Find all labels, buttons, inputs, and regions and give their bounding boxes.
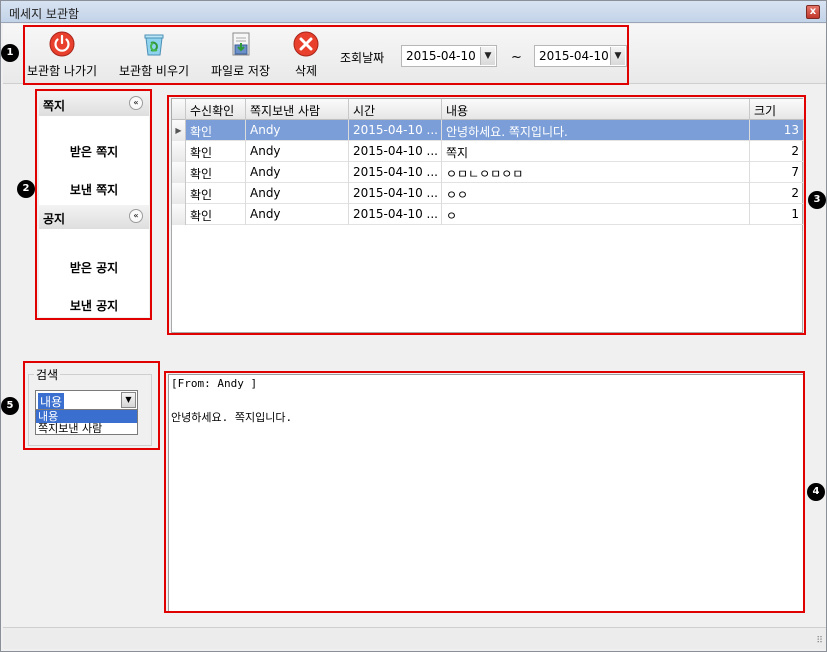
- message-from-line: [From: Andy ]: [171, 377, 258, 390]
- window-title: 메세지 보관함: [9, 7, 80, 21]
- sidebar-item-received-notes[interactable]: 받은 쪽지: [39, 143, 149, 160]
- power-icon: [49, 31, 75, 57]
- cell-status: 확인: [186, 141, 246, 162]
- dropdown-option-sender[interactable]: 쪽지보낸 사람: [36, 422, 137, 435]
- delete-button[interactable]: 삭제: [292, 30, 320, 79]
- cell-content: ㅇㅁㄴㅇㅁㅇㅁ: [442, 162, 750, 183]
- column-header-time[interactable]: 시간: [349, 99, 442, 120]
- annotation-marker-1: 1: [1, 44, 19, 62]
- delete-x-icon: [293, 31, 319, 57]
- column-header-content[interactable]: 내용: [442, 99, 750, 120]
- search-field-value: 내용: [38, 393, 65, 410]
- cell-content: 쪽지: [442, 141, 750, 162]
- search-field-dropdown: 내용 쪽지보낸 사람: [35, 409, 138, 435]
- cell-sender: Andy: [246, 120, 349, 141]
- sidebar-item-sent-notes[interactable]: 보낸 쪽지: [39, 181, 149, 198]
- cell-status: 확인: [186, 120, 246, 141]
- date-range-label: 조회날짜: [340, 51, 385, 65]
- close-button[interactable]: x: [806, 5, 820, 19]
- cell-time: 2015-04-10 ...: [349, 204, 442, 225]
- cell-status: 확인: [186, 162, 246, 183]
- exit-archive-label: 보관함 나가기: [27, 64, 98, 78]
- table-row[interactable]: 확인 Andy 2015-04-10 ... ㅇㅁㄴㅇㅁㅇㅁ 7: [172, 162, 804, 183]
- annotation-marker-2: 2: [17, 180, 35, 198]
- cell-status: 확인: [186, 183, 246, 204]
- column-header-status[interactable]: 수신확인: [186, 99, 246, 120]
- sidebar-item-sent-notices[interactable]: 보낸 공지: [39, 297, 149, 314]
- row-header-corner: [172, 99, 186, 120]
- save-to-file-label: 파일로 저장: [211, 64, 271, 78]
- column-header-sender[interactable]: 쪽지보낸 사람: [246, 99, 349, 120]
- cell-status: 확인: [186, 204, 246, 225]
- collapse-icon[interactable]: «: [129, 209, 143, 223]
- current-row-arrow-icon[interactable]: ▶: [172, 120, 186, 141]
- exit-archive-button[interactable]: 보관함 나가기: [27, 30, 97, 79]
- empty-archive-label: 보관함 비우기: [119, 64, 190, 78]
- cell-time: 2015-04-10 ...: [349, 141, 442, 162]
- cell-content: ㅇㅇ: [442, 183, 750, 204]
- section-header-notices[interactable]: 공지 «: [39, 205, 149, 229]
- date-to-value: 2015-04-10: [539, 49, 609, 63]
- section-header-notes[interactable]: 쪽지 «: [39, 92, 149, 116]
- table-row[interactable]: ▶ 확인 Andy 2015-04-10 ... 안녕하세요. 쪽지입니다. 13: [172, 120, 804, 141]
- table-row[interactable]: 확인 Andy 2015-04-10 ... ㅇ 1: [172, 204, 804, 225]
- save-to-file-button[interactable]: 파일로 저장: [211, 30, 270, 79]
- column-header-size[interactable]: 크기: [750, 99, 804, 120]
- delete-label: 삭제: [294, 64, 318, 78]
- date-from-value: 2015-04-10: [406, 49, 476, 63]
- cell-sender: Andy: [246, 204, 349, 225]
- message-archive-window: 메세지 보관함 x 보관함 나가기 보관함 비우기 파일로 저장 삭제 조회날짜…: [0, 0, 827, 652]
- message-body: 안녕하세요. 쪽지입니다.: [171, 411, 293, 424]
- save-document-icon: [232, 32, 249, 56]
- chevron-down-icon[interactable]: ▼: [610, 47, 625, 65]
- annotation-marker-4: 4: [807, 483, 825, 501]
- cell-size: 1: [750, 204, 804, 225]
- cell-content: 안녕하세요. 쪽지입니다.: [442, 120, 750, 141]
- cell-time: 2015-04-10 ...: [349, 120, 442, 141]
- cell-sender: Andy: [246, 162, 349, 183]
- collapse-icon[interactable]: «: [129, 96, 143, 110]
- title-bar[interactable]: 메세지 보관함 x: [1, 1, 826, 23]
- search-field-select[interactable]: 내용 ▼: [35, 390, 138, 410]
- cell-size: 7: [750, 162, 804, 183]
- cell-sender: Andy: [246, 183, 349, 204]
- empty-archive-button[interactable]: 보관함 비우기: [119, 30, 189, 79]
- cell-time: 2015-04-10 ...: [349, 183, 442, 204]
- annotation-marker-3: 3: [808, 191, 826, 209]
- toolbar: 보관함 나가기 보관함 비우기 파일로 저장 삭제 조회날짜 2015-04-1…: [3, 24, 826, 84]
- cell-time: 2015-04-10 ...: [349, 162, 442, 183]
- row-header[interactable]: [172, 141, 186, 162]
- cell-size: 13: [750, 120, 804, 141]
- date-from-picker[interactable]: 2015-04-10 ▼: [401, 45, 497, 67]
- table-header: 수신확인 쪽지보낸 사람 시간 내용 크기: [172, 99, 804, 120]
- row-header[interactable]: [172, 162, 186, 183]
- cell-content: ㅇ: [442, 204, 750, 225]
- status-bar: ⠿: [3, 627, 826, 649]
- message-viewer[interactable]: [From: Andy ] 안녕하세요. 쪽지입니다.: [168, 374, 804, 612]
- sidebar-item-received-notices[interactable]: 받은 공지: [39, 259, 149, 276]
- folder-sidebar: 쪽지 « 받은 쪽지 보낸 쪽지 공지 « 받은 공지 보낸 공지: [39, 92, 149, 317]
- recycle-bin-icon: [144, 34, 164, 56]
- message-table: 수신확인 쪽지보낸 사람 시간 내용 크기 ▶ 확인 Andy 2015-04-10 …: [171, 98, 804, 333]
- table-row[interactable]: 확인 Andy 2015-04-10 ... 쪽지 2: [172, 141, 804, 162]
- date-range-separator: ~: [511, 50, 522, 65]
- cell-size: 2: [750, 141, 804, 162]
- table-row[interactable]: 확인 Andy 2015-04-10 ... ㅇㅇ 2: [172, 183, 804, 204]
- date-to-picker[interactable]: 2015-04-10 ▼: [534, 45, 627, 67]
- cell-size: 2: [750, 183, 804, 204]
- chevron-down-icon[interactable]: ▼: [121, 392, 136, 408]
- section-title-notes: 쪽지: [43, 99, 66, 113]
- annotation-marker-5: 5: [1, 397, 19, 415]
- row-header[interactable]: [172, 183, 186, 204]
- resize-grip-icon[interactable]: ⠿: [816, 636, 823, 646]
- search-legend: 검색: [34, 366, 61, 383]
- section-title-notices: 공지: [43, 212, 66, 226]
- cell-sender: Andy: [246, 141, 349, 162]
- row-header[interactable]: [172, 204, 186, 225]
- chevron-down-icon[interactable]: ▼: [480, 47, 495, 65]
